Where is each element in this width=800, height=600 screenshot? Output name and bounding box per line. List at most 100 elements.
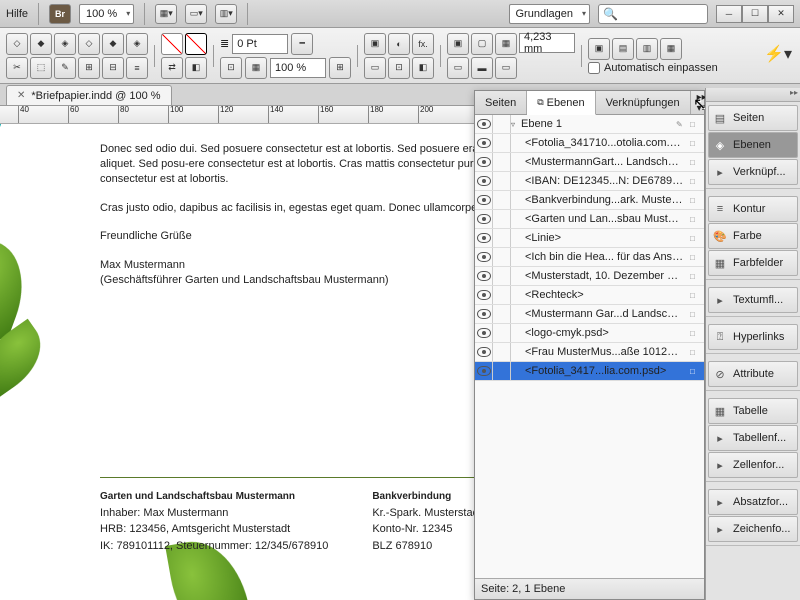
dock-panel-textumfl[interactable]: ▸Textumfl... [708,287,798,313]
layer-item-row[interactable]: <Rechteck>□ [475,286,704,305]
select-indicator[interactable]: □ [690,120,704,129]
layer-item-name[interactable]: <Garten und Lan...sbau Muster...> [525,213,690,225]
drop-shadow-button[interactable]: ▣ [364,33,386,55]
tool-icon[interactable]: ≡ [126,57,148,79]
collapse-dock-icon[interactable]: ▸▸ [790,88,798,97]
lock-toggle[interactable] [493,305,511,323]
layer-item-row[interactable]: <Ich bin die Hea... für das Ans...>□ [475,248,704,267]
panel-tab-pages[interactable]: Seiten [475,91,527,114]
lock-toggle[interactable] [493,324,511,342]
dock-panel-tabelle[interactable]: ▦Tabelle [708,398,798,424]
layer-item-row[interactable]: <Garten und Lan...sbau Muster...>□ [475,210,704,229]
tool-icon[interactable]: ⊟ [102,57,124,79]
dock-panel-attribute[interactable]: ⊘Attribute [708,361,798,387]
lock-toggle[interactable] [493,267,511,285]
select-indicator[interactable]: □ [690,196,704,205]
layer-item-name[interactable]: <Linie> [525,232,690,244]
center-content-button[interactable]: ▦ [495,33,517,55]
workspace-switcher[interactable]: Grundlagen [509,4,591,24]
select-indicator[interactable]: □ [690,348,704,357]
stroke-style-button[interactable]: ━ [291,33,313,55]
help-menu[interactable]: Hilfe [6,8,28,20]
bridge-button[interactable]: Br [49,4,71,24]
tool-icon[interactable]: ▥ [636,38,658,60]
fx-button[interactable]: fx. [412,33,434,55]
visibility-toggle[interactable] [475,248,493,266]
quick-apply-icon[interactable]: ⚡▾ [764,44,792,64]
visibility-toggle[interactable] [475,191,493,209]
fill-none-icon[interactable] [161,33,183,55]
layer-item-row[interactable]: <Musterstadt, 10. Dezember 2012>□ [475,267,704,286]
view-options-button[interactable]: ▦▾ [155,4,177,24]
lock-toggle[interactable] [493,362,511,380]
scale-field[interactable]: 100 % [270,58,326,78]
layer-row[interactable]: ▿ Ebene 1 ✎ □ [475,115,704,134]
visibility-toggle[interactable] [475,229,493,247]
screen-mode-button[interactable]: ▭▾ [185,4,207,24]
layer-item-name[interactable]: <MustermannGart... Landschaft...> [525,156,690,168]
layer-item-row[interactable]: <Fotolia_341710...otolia.com.psd>□ [475,134,704,153]
layer-item-name[interactable]: <Bankverbindung...ark. Muster...> [525,194,690,206]
tool-icon[interactable]: ⊡ [388,57,410,79]
disclosure-triangle[interactable]: ▿ [511,120,521,129]
layer-item-name[interactable]: <IBAN: DE12345...N: DE6789...> [525,175,690,187]
visibility-toggle[interactable] [475,286,493,304]
layer-item-name[interactable]: <logo-cmyk.psd> [525,327,690,339]
layer-item-name[interactable]: <Mustermann Gar...d Landscha...> [525,308,690,320]
lock-toggle[interactable] [493,191,511,209]
layer-item-name[interactable]: <Fotolia_341710...otolia.com.psd> [525,137,690,149]
zoom-level[interactable]: 100 % [79,4,134,24]
dock-panel-seiten[interactable]: ▤Seiten [708,105,798,131]
search-field[interactable]: 🔍 [598,4,708,24]
close-button[interactable]: ✕ [768,5,794,23]
select-indicator[interactable]: □ [690,177,704,186]
tool-icon[interactable]: ⊡ [220,57,242,79]
tool-icon[interactable]: ◈ [126,33,148,55]
lock-toggle[interactable] [493,229,511,247]
layer-item-row[interactable]: <Fotolia_3417...lia.com.psd>□ [475,362,704,381]
lock-toggle[interactable] [493,286,511,304]
select-indicator[interactable]: □ [690,158,704,167]
tool-icon[interactable]: ▬ [471,57,493,79]
fit-frame-button[interactable]: ▢ [471,33,493,55]
tool-icon[interactable]: ◇ [78,33,100,55]
tool-icon[interactable]: ▦ [245,57,267,79]
select-indicator[interactable]: □ [690,215,704,224]
select-indicator[interactable]: □ [690,291,704,300]
lock-toggle[interactable] [493,343,511,361]
dock-panel-ebenen[interactable]: ◈Ebenen [708,132,798,158]
layer-item-row[interactable]: <Linie>□ [475,229,704,248]
fit-content-button[interactable]: ▣ [447,33,469,55]
tool-icon[interactable]: ◇ [6,33,28,55]
opacity-button[interactable]: ◐ [388,33,410,55]
measurement-field[interactable]: 4,233 mm [519,33,575,53]
minimize-button[interactable]: ─ [716,5,742,23]
tool-icon[interactable]: ▭ [364,57,386,79]
layer-item-name[interactable]: <Musterstadt, 10. Dezember 2012> [525,270,690,282]
visibility-toggle[interactable] [475,343,493,361]
visibility-toggle[interactable] [475,134,493,152]
select-indicator[interactable]: □ [690,139,704,148]
panel-tab-links[interactable]: Verknüpfungen [596,91,691,114]
select-indicator[interactable]: □ [690,367,704,376]
layer-item-name[interactable]: <Fotolia_3417...lia.com.psd> [525,365,690,377]
layer-item-name[interactable]: <Rechteck> [525,289,690,301]
layer-item-row[interactable]: <Bankverbindung...ark. Muster...>□ [475,191,704,210]
select-indicator[interactable]: □ [690,234,704,243]
dock-panel-verknpf[interactable]: ▸Verknüpf... [708,159,798,185]
layer-item-row[interactable]: <IBAN: DE12345...N: DE6789...>□ [475,172,704,191]
stroke-weight-field[interactable]: 0 Pt [232,34,288,54]
dock-panel-zeichenfo[interactable]: ▸Zeichenfo... [708,516,798,542]
tool-icon[interactable]: ⊞ [78,57,100,79]
arrange-button[interactable]: ▥▾ [215,4,237,24]
tool-icon[interactable]: ⊞ [329,57,351,79]
layer-item-name[interactable]: <Ich bin die Hea... für das Ans...> [525,251,690,263]
dock-panel-zellenfor[interactable]: ▸Zellenfor... [708,452,798,478]
lock-toggle[interactable] [493,248,511,266]
tool-icon[interactable]: ✎ [54,57,76,79]
dock-panel-farbe[interactable]: 🎨Farbe [708,223,798,249]
visibility-toggle[interactable] [475,153,493,171]
layer-item-row[interactable]: <MustermannGart... Landschaft...>□ [475,153,704,172]
tool-icon[interactable]: ◧ [412,57,434,79]
tool-icon[interactable]: ◆ [30,33,52,55]
